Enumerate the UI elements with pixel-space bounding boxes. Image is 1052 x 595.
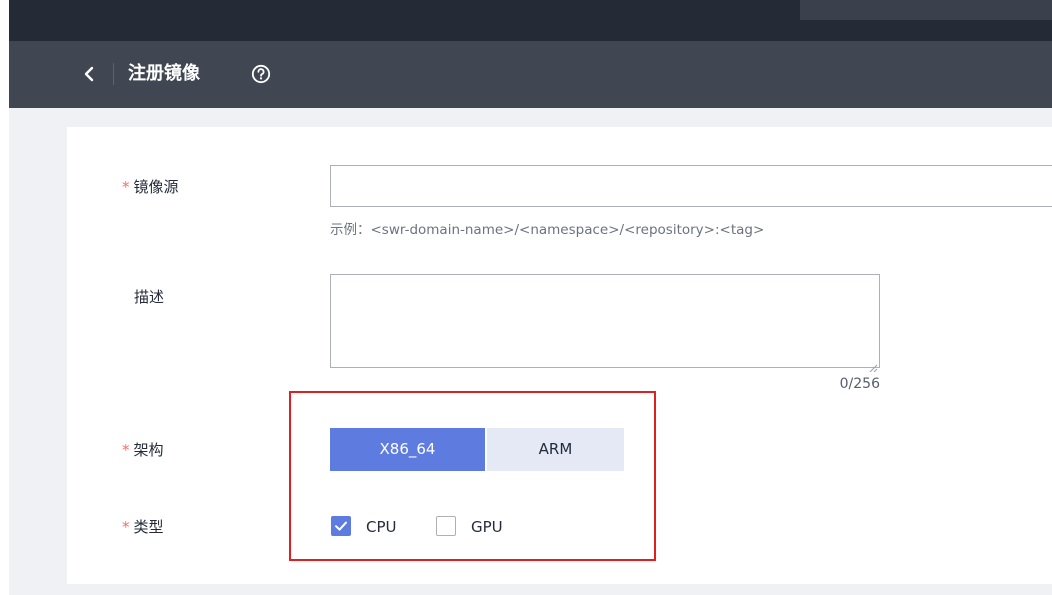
header-divider bbox=[113, 63, 114, 85]
resize-grip-icon[interactable] bbox=[869, 357, 878, 373]
image-source-hint: 示例：<swr-domain-name>/<namespace>/<reposi… bbox=[330, 222, 765, 238]
gpu-checkbox[interactable] bbox=[436, 516, 456, 536]
topbar-search-box[interactable] bbox=[800, 0, 1052, 20]
question-circle-icon[interactable] bbox=[251, 64, 271, 84]
type-label-row: * 类型 bbox=[122, 516, 164, 538]
image-source-label: 镜像源 bbox=[133, 178, 179, 196]
architecture-label-row: * 架构 bbox=[122, 439, 164, 461]
image-source-input[interactable] bbox=[330, 165, 1052, 207]
description-textarea[interactable] bbox=[330, 274, 880, 373]
architecture-option-arm[interactable]: ARM bbox=[487, 428, 624, 471]
cpu-checkbox[interactable] bbox=[331, 516, 351, 536]
cpu-checkbox-label[interactable]: CPU bbox=[366, 516, 397, 538]
gpu-checkbox-label[interactable]: GPU bbox=[471, 516, 503, 538]
description-char-counter: 0/256 bbox=[839, 376, 880, 392]
required-mark: * bbox=[122, 441, 130, 459]
chevron-left-icon[interactable] bbox=[80, 60, 100, 88]
type-label: 类型 bbox=[133, 518, 164, 536]
page-title: 注册镜像 bbox=[128, 63, 200, 84]
left-edge-strip bbox=[0, 0, 9, 595]
architecture-option-x86-64[interactable]: X86_64 bbox=[330, 428, 485, 471]
check-icon bbox=[335, 521, 347, 531]
description-label: 描述 bbox=[134, 288, 165, 306]
architecture-label: 架构 bbox=[133, 441, 164, 459]
required-mark: * bbox=[122, 178, 130, 196]
required-mark: * bbox=[122, 518, 130, 536]
image-source-label-row: * 镜像源 bbox=[122, 176, 179, 198]
